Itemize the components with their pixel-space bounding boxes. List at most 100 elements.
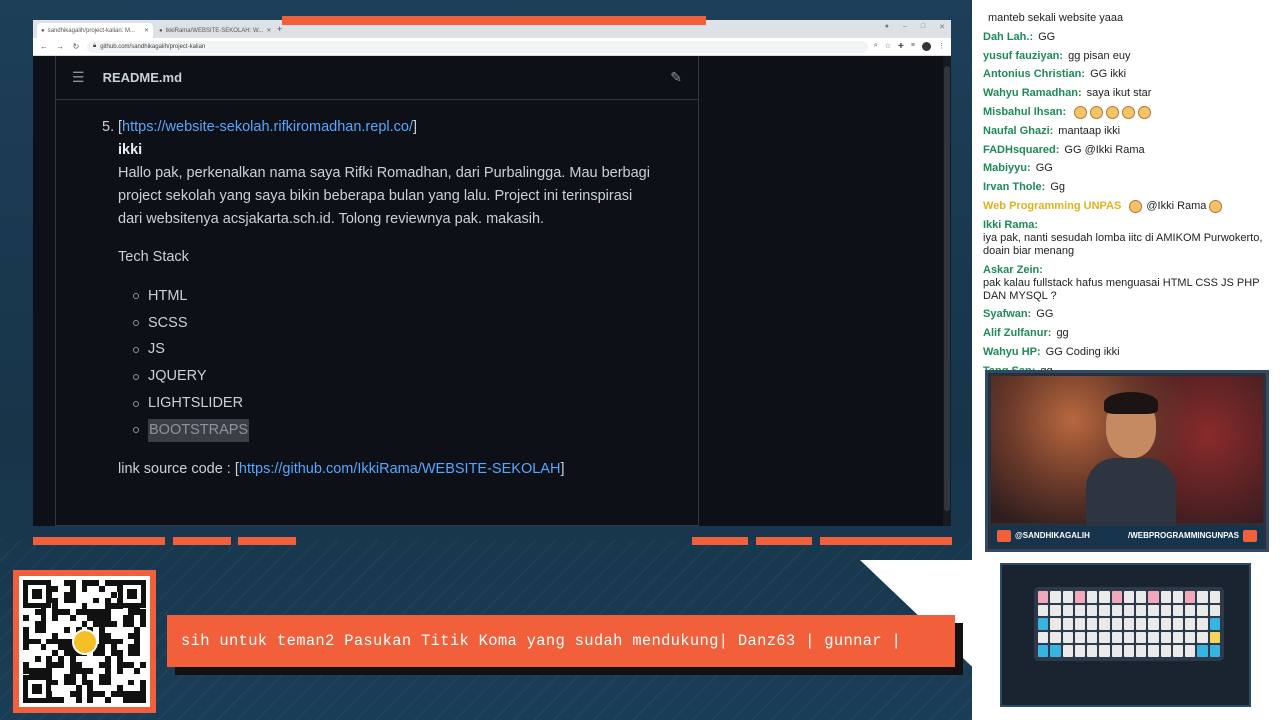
keyboard-key [1038,618,1049,630]
keyboard-key [1074,618,1086,630]
keyboard-key [1160,645,1171,657]
reload-icon[interactable]: ↻ [71,42,81,51]
chat-message: Antonius Christian: GG ikki [983,68,1127,81]
list-icon[interactable]: ☰ [72,69,85,86]
tab-label: IkkiRama/WEBSITE-SEKOLAH: W... [165,27,264,34]
forward-icon[interactable]: → [55,42,65,51]
keyboard-key [1136,618,1147,630]
emoji-icon [1090,105,1104,119]
chat-message: Irvan Thole: Gg [983,181,1066,194]
keyboard-cam [1000,563,1251,707]
close-window-icon[interactable]: ✕ [939,23,945,31]
keyboard-key [1038,604,1049,617]
chat-message: yusuf fauziyan: gg pisan euy [983,49,1131,62]
keyboard-key [1160,591,1171,603]
address-bar: ← → ↻ 🔒︎ github.com/sandhikagalih/projec… [33,38,951,56]
scrollbar[interactable] [943,56,951,526]
qr-finder [23,580,51,608]
keyboard-key [1197,604,1208,617]
source-code-line: link source code : [https://github.com/I… [118,460,565,477]
mascot-logo [71,628,98,655]
keyboard-key [1062,604,1073,617]
keyboard-key [1136,645,1147,657]
handle-right: /WEBPROGRAMMINGUNPAS [1128,531,1239,541]
keyboard-key [1038,645,1049,657]
keyboard-key [1074,631,1086,644]
keyboard-key [1185,618,1196,630]
keyboard-key [1148,604,1159,617]
keyboard-key [1209,591,1220,603]
author-name: ikki [118,142,143,158]
tab-project-kalian[interactable]: ● sandhikagalih/project-kalian: M... ✕ [37,23,153,38]
url-text: github.com/sandhikagalih/project-kalian [100,43,206,50]
keyboard-key [1111,618,1122,630]
keyboard-key [1148,631,1159,644]
keyboard-key [1148,618,1159,630]
back-icon[interactable]: ← [39,42,49,51]
chat-message: Alif Zulfanur: gg [983,327,1069,340]
chat-message: Askar Zein: pak kalau fullstack hafus men… [983,263,1260,302]
source-link[interactable]: https://github.com/IkkiRama/WEBSITE-SEKO… [239,461,561,477]
playlist-icon[interactable]: ≡ [911,42,915,51]
profile-avatar[interactable] [922,42,931,51]
keyboard-key [1038,631,1049,644]
keyboard-key [1197,591,1208,603]
scrollbar-thumb[interactable] [944,66,950,511]
browser-window: ● sandhikagalih/project-kalian: M... ✕ ●… [33,20,951,526]
keyboard-key [1197,618,1208,630]
keyboard-key [1197,631,1208,644]
decorative-bar [282,16,706,25]
chat-message: manteb sekali website yaaa [988,12,1124,24]
list-item: SCSS [133,310,652,337]
keyboard-key [1050,631,1061,644]
pencil-icon[interactable]: ✎ [670,69,682,86]
menu-icon[interactable]: ⋮ [938,42,945,51]
youtube-icon [1243,530,1257,542]
close-icon[interactable]: ✕ [144,27,149,34]
star-icon[interactable]: ☆ [885,42,891,51]
extensions-icon[interactable]: ✚ [898,42,904,51]
keyboard-key [1062,631,1073,644]
keyboard-key [1050,618,1061,630]
social-bar: @SANDHIKAGALIH /WEBPROGRAMMINGUNPAS [991,526,1263,546]
keyboard-key [1087,631,1098,644]
keyboard-key [1123,591,1135,603]
keyboard-key [1172,618,1184,630]
chat-message: Wahyu Ramadhan: saya ikut star [983,87,1152,100]
keyboard-key [1160,618,1171,630]
url-input[interactable]: 🔒︎ github.com/sandhikagalih/project-kali… [87,40,868,53]
zoom-icon[interactable]: ⌕ [874,42,878,51]
keyboard-key [1099,631,1110,644]
project-link[interactable]: https://website-sekolah.rifkiromadhan.re… [122,119,413,135]
keyboard-key [1099,591,1110,603]
keyboard-key [1172,604,1184,617]
keyboard-key [1209,645,1220,657]
keyboard-key [1136,591,1147,603]
record-icon: ● [884,23,889,30]
keyboard-key [1136,604,1147,617]
tech-stack-heading: Tech Stack [118,249,189,265]
chat-message: Ikki Rama: iya pak, nanti sesudah lomba i… [983,218,1263,257]
keyboard-key [1038,591,1049,603]
keyboard-key [1111,631,1122,644]
keyboard-key [1185,645,1196,657]
close-icon[interactable]: ✕ [266,27,271,34]
readme-card: ☰ README.md ✎ 5. [https://website-sekola… [55,56,699,526]
ticker-text: sih untuk teman2 Pasukan Titik Koma yang… [181,632,902,650]
bullet-icon [133,346,139,353]
tab-website-sekolah[interactable]: ● IkkiRama/WEBSITE-SEKOLAH: W... ✕ [155,23,271,38]
list-item: HTML [133,283,652,310]
keyboard-key [1087,604,1098,617]
bullet-icon [133,320,139,327]
keyboard-key [1074,604,1086,617]
tech-stack-list: HTML SCSS JS JQUERY LIGHTSLIDER BOOTSTRA… [118,283,652,444]
readme-header: ☰ README.md ✎ [56,56,698,100]
maximize-icon[interactable]: □ [921,23,925,31]
minimize-icon[interactable]: – [903,23,907,31]
qr-finder [23,675,51,703]
page-viewport: ☰ README.md ✎ 5. [https://website-sekola… [33,56,951,526]
new-tab-icon[interactable]: + [273,24,286,34]
list-item: BOOTSTRAPS [133,417,652,444]
keyboard-key [1099,618,1110,630]
keyboard-key [1209,604,1220,617]
